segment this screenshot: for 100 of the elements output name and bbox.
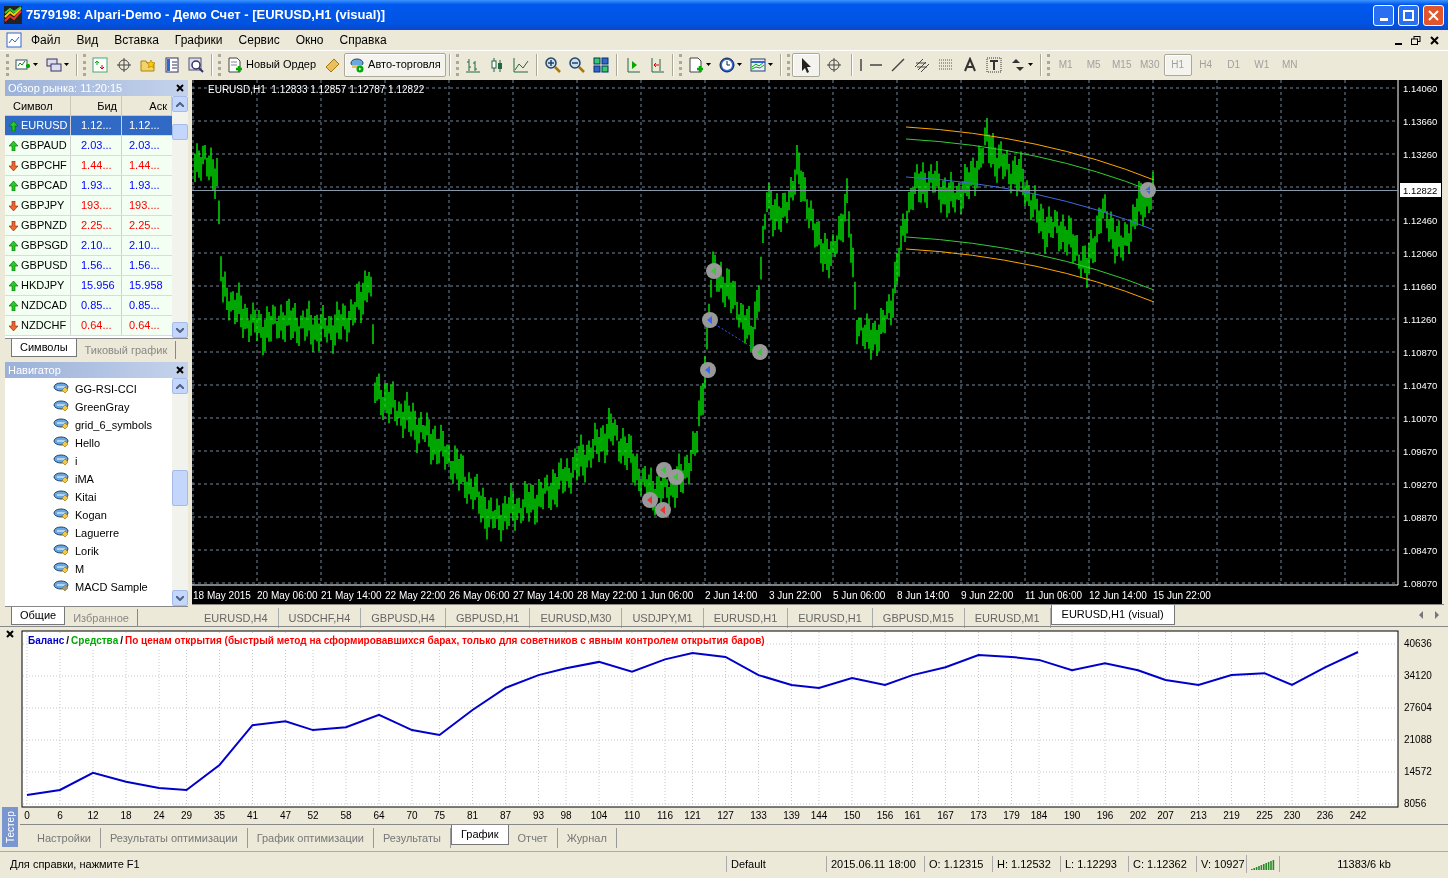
panel-title: Тестер xyxy=(2,807,18,847)
tester-tab[interactable]: Отчет xyxy=(508,828,558,848)
navigator-item[interactable]: Kogan xyxy=(53,506,172,524)
chart-shift-icon xyxy=(624,56,641,73)
chart-tab[interactable]: USDCHF,H4 xyxy=(278,608,362,628)
panel-tab[interactable]: Символы xyxy=(11,339,77,357)
chart-window-icon[interactable] xyxy=(6,32,22,48)
minimize-icon xyxy=(1379,17,1388,21)
menu-item[interactable]: Окно xyxy=(288,31,331,49)
menu-item[interactable]: Сервис xyxy=(231,31,287,49)
trade-axis-label: 64 xyxy=(373,810,385,821)
symbol-row[interactable]: NZDCAD 0.85... 0.85... xyxy=(5,296,172,316)
status-text: H: 1.12532 xyxy=(992,855,1060,873)
chart-tab[interactable]: EURUSD,H1 (visual) xyxy=(1050,605,1175,625)
menu-item[interactable]: Справка xyxy=(332,31,394,49)
tester-tab[interactable]: График оптимизации xyxy=(247,828,374,848)
chart-tab[interactable]: EURUSD,H1 xyxy=(703,608,789,628)
symbol-row[interactable]: NZDCHF 0.64... 0.64... xyxy=(5,316,172,336)
symbol-row[interactable]: HKDJPY 15.956 15.958 xyxy=(5,276,172,296)
tab-scroll-left-icon[interactable] xyxy=(1418,611,1424,619)
trade-marker-icon xyxy=(700,362,716,378)
chart-tab[interactable]: EURUSD,H4 xyxy=(194,608,279,628)
terminal-icon xyxy=(164,56,180,73)
minimize-button[interactable] xyxy=(1373,4,1394,26)
menu-item[interactable]: Файл xyxy=(24,31,68,49)
cursor-button[interactable] xyxy=(791,52,820,77)
navigator-item[interactable]: Laguerre xyxy=(53,524,172,542)
symbol-name: GBPNZD xyxy=(21,218,67,234)
symbol-row[interactable]: GBPNZD 2.25... 2.25... xyxy=(5,216,172,236)
legend-label: Баланс xyxy=(28,634,65,648)
close-icon[interactable] xyxy=(176,84,184,92)
navigator-item[interactable]: GG-RSI-CCI xyxy=(53,380,172,398)
scrollbar[interactable] xyxy=(172,378,188,606)
price-label: 1.13260 xyxy=(1403,149,1438,160)
balance-axis-label: 21088 xyxy=(1404,734,1432,745)
menu-item[interactable]: Вид xyxy=(69,31,106,49)
close-icon[interactable] xyxy=(6,630,14,638)
symbol-row[interactable]: GBPJPY 193.... 193.... xyxy=(5,196,172,216)
menu-item[interactable]: Графики xyxy=(167,31,230,49)
lines-icon xyxy=(937,56,954,73)
chart-tab[interactable]: GBPUSD,H1 xyxy=(445,608,531,628)
tester-tab[interactable]: Журнал xyxy=(557,828,617,848)
navigator-item[interactable]: iMA xyxy=(53,470,172,488)
tab-scroll-right-icon[interactable] xyxy=(1434,611,1440,619)
column-header[interactable]: Бид xyxy=(71,96,122,115)
chart-tab[interactable]: EURUSD,M30 xyxy=(530,608,623,628)
scrollbar-thumb[interactable] xyxy=(172,470,188,506)
navigator-item[interactable]: M xyxy=(53,560,172,578)
new-order-icon xyxy=(227,56,243,73)
symbol-row[interactable]: GBPSGD 2.10... 2.10... xyxy=(5,236,172,256)
symbol-row[interactable]: GBPCHF 1.44... 1.44... xyxy=(5,156,172,176)
mdi-restore-button[interactable] xyxy=(1408,33,1424,47)
chart-tab[interactable]: USDJPY,M1 xyxy=(622,608,704,628)
time-label: 28 May 22:00 xyxy=(577,590,638,601)
chart-tab[interactable]: GBPUSD,H4 xyxy=(361,608,446,628)
chart-tab[interactable]: EURUSD,H1 xyxy=(788,608,873,628)
trade-axis-label: 219 xyxy=(1223,810,1240,821)
navigator-item[interactable]: Lorik xyxy=(53,542,172,560)
navigator-item[interactable]: GreenGray xyxy=(53,398,172,416)
symbol-row[interactable]: GBPAUD 2.03... 2.03... xyxy=(5,136,172,156)
bid-price: 193.... xyxy=(71,196,122,215)
tester-tab[interactable]: График xyxy=(450,825,509,845)
trade-marker-icon xyxy=(752,344,768,360)
balance-axis-label: 40636 xyxy=(1404,638,1432,649)
trade-axis-label: 184 xyxy=(1030,810,1048,821)
status-text: O: 1.12315 xyxy=(924,855,992,873)
menu-item[interactable]: Вставка xyxy=(107,31,166,49)
symbol-row[interactable]: EURUSD 1.12... 1.12... xyxy=(5,116,172,136)
auto-trading-button[interactable]: Авто-торговля xyxy=(344,52,446,77)
column-header[interactable]: Символ xyxy=(5,96,71,115)
maximize-button[interactable] xyxy=(1398,4,1419,26)
panel-tab[interactable]: Общие xyxy=(11,607,66,625)
caret-icon xyxy=(736,63,742,66)
bid-price: 15.956 xyxy=(71,276,122,295)
tester-tab[interactable]: Результаты xyxy=(374,828,451,848)
tester-tab[interactable]: Результаты оптимизации xyxy=(100,828,248,848)
navigator-item[interactable]: grid_6_symbols xyxy=(53,416,172,434)
tester-tab[interactable]: Настройки xyxy=(28,828,101,848)
status-text: L: 1.12293 xyxy=(1060,855,1128,873)
new-order-button[interactable]: Новый Ордер xyxy=(223,52,321,77)
chart-tab[interactable]: GBPUSD,M15 xyxy=(872,608,965,628)
scrollbar-thumb[interactable] xyxy=(172,124,188,140)
balance-axis-label: 8056 xyxy=(1404,798,1427,809)
close-button[interactable] xyxy=(1423,4,1444,26)
trade-axis-label: 29 xyxy=(180,810,193,821)
symbol-row[interactable]: GBPUSD 1.56... 1.56... xyxy=(5,256,172,276)
close-icon[interactable] xyxy=(176,366,184,374)
panel-title: Обзор рынка: 11:20:15 xyxy=(8,80,124,96)
navigator-item[interactable]: MACD Sample xyxy=(53,578,172,596)
symbol-row[interactable]: GBPCAD 1.93... 1.93... xyxy=(5,176,172,196)
vertical-line-icon xyxy=(859,58,862,71)
navigator-item[interactable]: Hello xyxy=(53,434,172,452)
time-label: 21 May 14:00 xyxy=(321,590,382,601)
navigator-item[interactable]: i xyxy=(53,452,172,470)
trade-axis-label: 75 xyxy=(433,810,446,821)
chart-tab[interactable]: EURUSD,M1 xyxy=(964,608,1051,628)
navigator-item[interactable]: Kitai xyxy=(53,488,172,506)
indicators-icon xyxy=(687,56,704,73)
scroll-up-icon xyxy=(176,101,184,107)
scrollbar[interactable] xyxy=(172,96,188,338)
